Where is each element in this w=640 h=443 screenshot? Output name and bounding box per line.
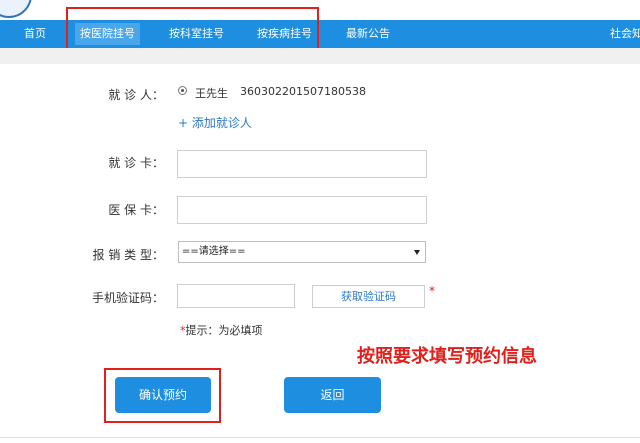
bottom-divider [0,437,640,438]
phone-code-label: 手机验证码： [91,291,164,305]
card-label: 就 诊 卡： [108,156,164,170]
nav-home[interactable]: 首页 [24,20,46,48]
hint-text: 提示：为必填项 [185,324,263,337]
patient-id-number: 360302201507180538 [240,85,366,98]
phone-code-input[interactable] [177,284,295,308]
required-mark: * [429,284,435,298]
patient-radio[interactable] [178,86,187,95]
main-nav: 首页 按医院挂号 按科室挂号 按疾病挂号 最新公告 社会知 [0,20,640,48]
dropdown-caret-icon [414,250,420,255]
instruction-annotation: 按照要求填写预约信息 [357,346,537,367]
patient-name: 王先生 [195,87,228,100]
nav-by-hospital[interactable]: 按医院挂号 [75,23,140,45]
insurance-input[interactable] [177,196,427,224]
top-header [0,0,640,20]
required-hint: *提示：为必填项 [180,322,263,338]
add-patient-link[interactable]: + 添加就诊人 [178,114,252,131]
get-code-button[interactable]: 获取验证码 [312,285,425,308]
nav-announcements[interactable]: 最新公告 [346,20,390,48]
section-divider [0,48,640,64]
reimburse-type-label: 报 销 类 型： [92,248,164,262]
nav-social[interactable]: 社会知 [610,20,640,48]
card-input[interactable] [177,150,427,178]
nav-by-disease[interactable]: 按疾病挂号 [257,20,312,48]
hospital-logo-icon [0,0,32,18]
confirm-booking-button[interactable]: 确认预约 [115,377,211,413]
reimburse-type-selected: ==请选择== [182,246,246,257]
patient-label: 就 诊 人： [108,88,164,102]
insurance-label: 医 保 卡： [108,203,164,217]
nav-by-department[interactable]: 按科室挂号 [169,20,224,48]
back-button[interactable]: 返回 [284,377,381,413]
reimburse-type-select[interactable]: ==请选择== [178,241,426,263]
